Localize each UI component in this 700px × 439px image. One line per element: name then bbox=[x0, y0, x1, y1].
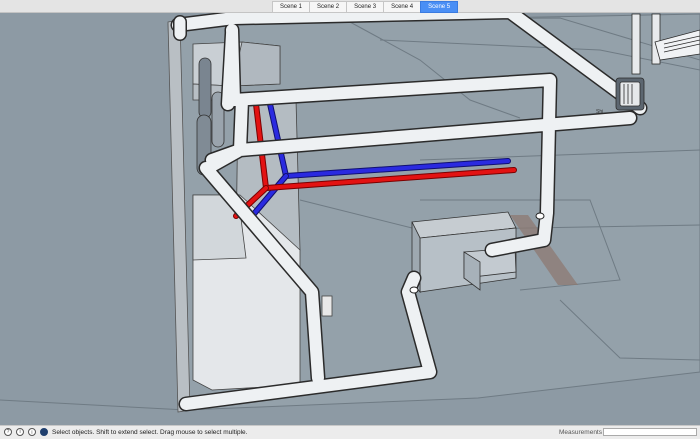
user-icon[interactable] bbox=[40, 428, 48, 436]
tab-scene-4[interactable]: Scene 4 bbox=[383, 1, 421, 13]
status-message: Select objects. Shift to extend select. … bbox=[52, 429, 248, 436]
measurements-label: Measurements bbox=[559, 429, 602, 436]
info-icon[interactable]: i bbox=[16, 428, 24, 436]
tab-scene-5[interactable]: Scene 5 bbox=[420, 1, 459, 13]
instructor-icon[interactable]: ¡ bbox=[28, 428, 36, 436]
measurements-input[interactable] bbox=[603, 428, 697, 436]
tab-scene-3[interactable]: Scene 3 bbox=[346, 1, 384, 13]
model-viewport[interactable]: Shi bbox=[0, 4, 700, 425]
viewport-text-label: Shi bbox=[596, 109, 604, 115]
tab-scene-2[interactable]: Scene 2 bbox=[309, 1, 347, 13]
status-bar: ? i ¡ Select objects. Shift to extend se… bbox=[0, 425, 700, 439]
scene-tab-bar: Scene 1 Scene 2 Scene 3 Scene 4 Scene 5 bbox=[0, 0, 700, 13]
tab-scene-1[interactable]: Scene 1 bbox=[272, 1, 310, 13]
help-icon[interactable]: ? bbox=[4, 428, 12, 436]
scene-tabs: Scene 1 Scene 2 Scene 3 Scene 4 Scene 5 bbox=[272, 1, 459, 13]
